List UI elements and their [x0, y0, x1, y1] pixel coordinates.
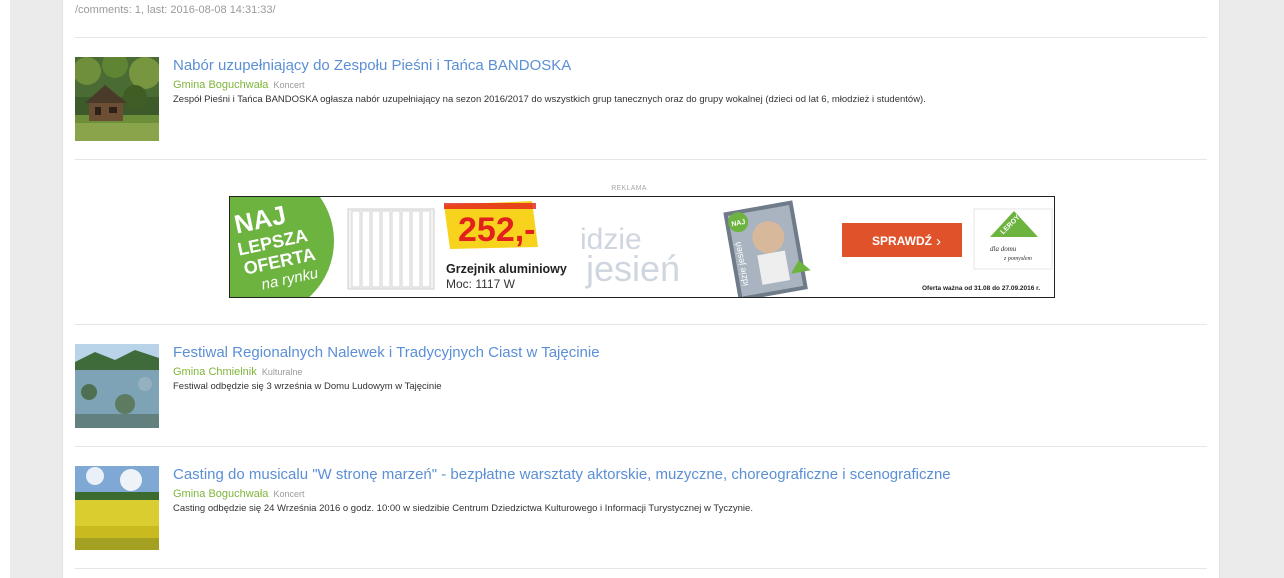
article-body: Casting do musicalu "W stronę marzeń" - …	[173, 466, 1207, 515]
article-title-link[interactable]: Casting do musicalu "W stronę marzeń" - …	[173, 466, 1207, 484]
product-name: Grzejnik aluminiowy	[446, 262, 567, 276]
sprawdz-button: SPRAWDŹ ›	[842, 223, 962, 257]
article-description: Festiwal odbędzie się 3 września w Domu …	[173, 381, 442, 392]
article-description: Zespół Pieśni i Tańca BANDOSKA ogłasza n…	[173, 94, 926, 105]
article-body: Nabór uzupełniający do Zespołu Pieśni i …	[173, 57, 1207, 106]
cta-label: SPRAWDŹ	[872, 233, 932, 248]
article-category: Kulturalne	[261, 367, 303, 377]
article-place-link[interactable]: Gmina Boguchwała	[173, 488, 268, 500]
previous-article-meta: /comments: 1, last: 2016-08-08 14:31:33/	[75, 4, 276, 16]
divider	[75, 568, 1207, 569]
ad-banner[interactable]: NAJ LEPSZA OFERTA na rynku 252,- Grzejni…	[229, 196, 1055, 298]
product-power: Moc: 1117 W	[446, 277, 516, 291]
article-thumbnail[interactable]	[75, 344, 159, 428]
article-description: Casting odbędzie się 24 Września 2016 o …	[173, 503, 753, 514]
catalog-image: NAJ idzie jesień	[723, 200, 811, 297]
logo-tagline-1: dla domu	[990, 245, 1017, 253]
article-place-link[interactable]: Gmina Chmielnik	[173, 366, 257, 378]
article-meta: Gmina Boguchwała Koncert	[173, 78, 1207, 92]
content-column: /comments: 1, last: 2016-08-08 14:31:33/…	[62, 0, 1220, 578]
article-item: Casting do musicalu "W stronę marzeń" - …	[75, 466, 1207, 550]
divider	[75, 446, 1207, 447]
divider	[75, 159, 1207, 160]
article-item: Nabór uzupełniający do Zespołu Pieśni i …	[75, 57, 1207, 141]
slogan-jesien: jesień	[585, 248, 680, 289]
article-category: Koncert	[273, 489, 305, 499]
offer-validity: Oferta ważna od 31.08 do 27.09.2016 r.	[922, 285, 1040, 292]
article-place-link[interactable]: Gmina Boguchwała	[173, 79, 268, 91]
leroy-merlin-logo: LEROY MERLIN dla domu z pomysłem	[973, 208, 1053, 270]
left-gutter	[0, 0, 10, 578]
chevron-right-icon: ›	[936, 233, 941, 250]
divider	[75, 37, 1207, 38]
article-item: Festiwal Regionalnych Nalewek i Tradycyj…	[75, 344, 1207, 428]
article-thumbnail[interactable]	[75, 57, 159, 141]
price-tag: 252,-	[444, 201, 538, 249]
article-meta: Gmina Chmielnik Kulturalne	[173, 365, 1207, 379]
radiator-icon	[347, 208, 435, 290]
article-meta: Gmina Boguchwała Koncert	[173, 487, 1207, 501]
article-body: Festiwal Regionalnych Nalewek i Tradycyj…	[173, 344, 1207, 393]
divider	[75, 324, 1207, 325]
article-thumbnail[interactable]	[75, 466, 159, 550]
article-title-link[interactable]: Festiwal Regionalnych Nalewek i Tradycyj…	[173, 344, 1207, 362]
ad-label: REKLAMA	[611, 185, 647, 192]
article-title-link[interactable]: Nabór uzupełniający do Zespołu Pieśni i …	[173, 57, 1207, 75]
article-category: Koncert	[273, 80, 305, 90]
price-value: 252,-	[458, 211, 536, 249]
logo-tagline-2: z pomysłem	[1003, 256, 1032, 262]
